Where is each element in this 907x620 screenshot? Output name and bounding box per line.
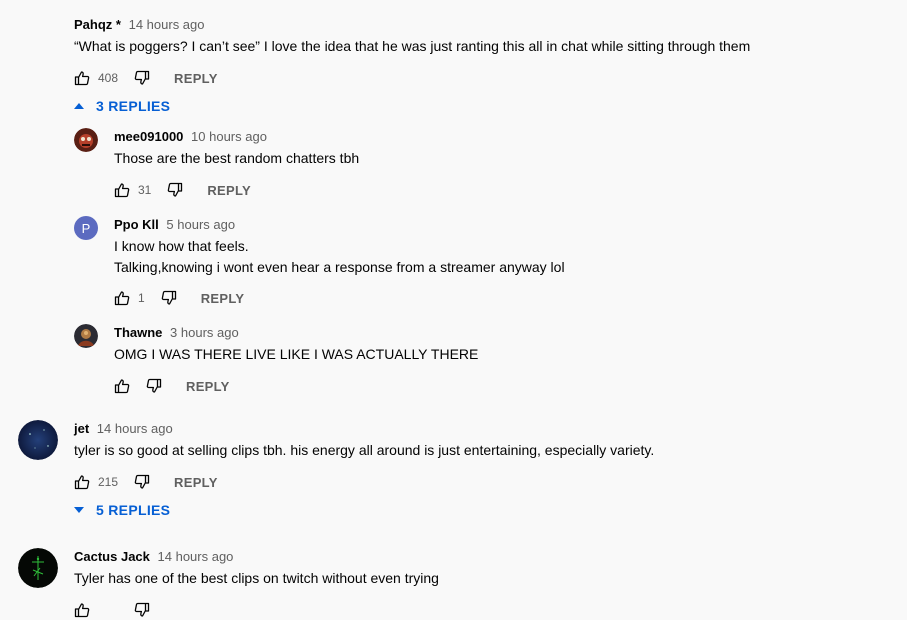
- replies-toggle[interactable]: 3 REPLIES: [74, 98, 170, 114]
- thumb-up-icon[interactable]: [114, 378, 130, 394]
- reply-text: Those are the best random chatters tbh: [114, 150, 360, 166]
- reply-author[interactable]: Thawne: [114, 325, 162, 340]
- replies-toggle[interactable]: 5 REPLIES: [74, 502, 170, 518]
- avatar-image: [18, 548, 58, 588]
- thumb-down-icon[interactable]: [134, 602, 150, 618]
- comment-text: “What is poggers? I can’t see” I love th…: [74, 38, 751, 54]
- thumb-down-icon[interactable]: [161, 290, 177, 306]
- avatar[interactable]: [74, 128, 98, 152]
- thumb-up-icon[interactable]: [114, 290, 130, 306]
- thumb-down-icon[interactable]: [167, 182, 183, 198]
- reply-author[interactable]: Ppo Kll: [114, 217, 159, 232]
- reply-actions: 31 REPLY: [114, 180, 251, 200]
- thumb-up-icon[interactable]: [74, 474, 90, 490]
- comment-actions: 215 REPLY: [74, 472, 218, 492]
- avatar[interactable]: P: [74, 216, 98, 240]
- comment-text: Tyler has one of the best clips on twitc…: [74, 570, 439, 586]
- reply-time[interactable]: 3 hours ago: [170, 325, 239, 340]
- reply-header: Ppo Kll 5 hours ago: [114, 217, 235, 232]
- avatar[interactable]: [18, 420, 58, 460]
- like-count: 31: [138, 183, 152, 197]
- like-count: 215: [98, 475, 119, 489]
- avatar[interactable]: [74, 324, 98, 348]
- comment-author[interactable]: Pahqz: [74, 17, 112, 32]
- reply-button[interactable]: REPLY: [174, 71, 218, 86]
- avatar-image: [18, 420, 58, 460]
- reply-text-line: Talking,knowing i wont even hear a respo…: [114, 259, 565, 275]
- reply-actions: REPLY: [114, 376, 230, 396]
- replies-toggle-label: 3 REPLIES: [96, 98, 171, 114]
- avatar-image: [74, 324, 98, 348]
- reply-button[interactable]: REPLY: [174, 475, 218, 490]
- thumb-up-icon[interactable]: [74, 602, 90, 618]
- reply-header: mee091000 10 hours ago: [114, 129, 267, 144]
- reply-button[interactable]: REPLY: [207, 183, 251, 198]
- reply-author[interactable]: mee091000: [114, 129, 183, 144]
- comment-header: jet 14 hours ago: [74, 421, 173, 436]
- comment-time[interactable]: 14 hours ago: [129, 17, 205, 32]
- reply-text: OMG I WAS THERE LIVE LIKE I WAS ACTUALLY…: [114, 346, 479, 362]
- comment-author[interactable]: Cactus Jack: [74, 549, 150, 564]
- comment-header: Pahqz * 14 hours ago: [74, 17, 205, 32]
- comment-time[interactable]: 14 hours ago: [158, 549, 234, 564]
- thumb-up-icon[interactable]: [74, 70, 90, 86]
- author-badge: *: [115, 17, 121, 32]
- avatar-image: [74, 128, 98, 152]
- caret-up-icon: [74, 103, 84, 109]
- like-count: 1: [138, 291, 145, 305]
- reply-time[interactable]: 5 hours ago: [166, 217, 235, 232]
- reply-text-line: I know how that feels.: [114, 238, 249, 254]
- thumb-down-icon[interactable]: [134, 474, 150, 490]
- thumb-down-icon[interactable]: [146, 378, 162, 394]
- comment-actions: 408 REPLY: [74, 68, 218, 88]
- reply-actions: 1 REPLY: [114, 288, 244, 308]
- comment-actions: [74, 600, 150, 620]
- replies-toggle-label: 5 REPLIES: [96, 502, 171, 518]
- comment-author[interactable]: jet: [74, 421, 89, 436]
- reply-time[interactable]: 10 hours ago: [191, 129, 267, 144]
- comment-text: tyler is so good at selling clips tbh. h…: [74, 442, 655, 458]
- avatar[interactable]: [18, 548, 58, 588]
- reply-button[interactable]: REPLY: [186, 379, 230, 394]
- reply-button[interactable]: REPLY: [201, 291, 245, 306]
- thumb-down-icon[interactable]: [134, 70, 150, 86]
- comment-header: Cactus Jack 14 hours ago: [74, 549, 233, 564]
- comment-time[interactable]: 14 hours ago: [97, 421, 173, 436]
- thumb-up-icon[interactable]: [114, 182, 130, 198]
- like-count: 408: [98, 71, 119, 85]
- reply-header: Thawne 3 hours ago: [114, 325, 239, 340]
- caret-down-icon: [74, 507, 84, 513]
